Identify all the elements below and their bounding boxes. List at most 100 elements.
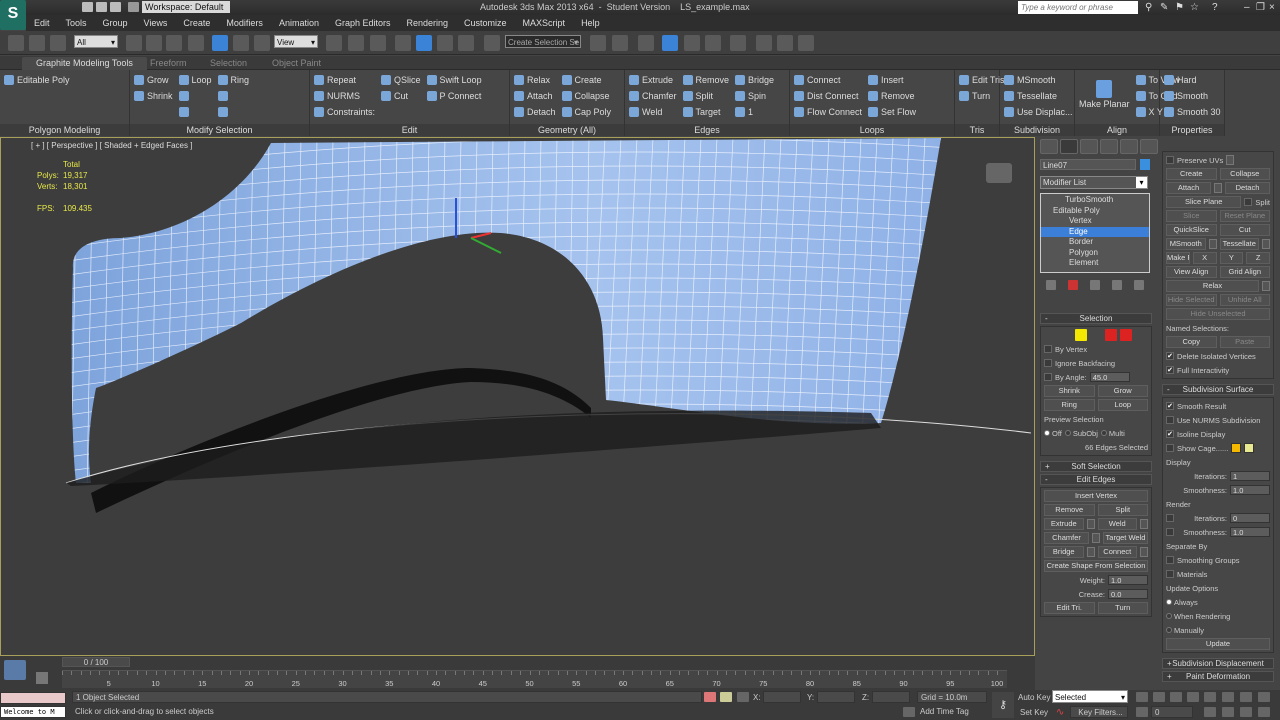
grow-button[interactable]: Grow xyxy=(1097,385,1148,397)
ribbon-grow-button[interactable]: Grow xyxy=(134,73,173,86)
subscription-icon[interactable]: ⚑ xyxy=(1175,2,1184,13)
y-button[interactable]: Y xyxy=(1219,252,1244,264)
time-tag-icon[interactable] xyxy=(903,707,915,717)
color-swatch[interactable] xyxy=(1231,443,1242,453)
rendered-frame-icon[interactable] xyxy=(777,35,793,51)
key-mode-dropdown[interactable]: Selected xyxy=(1052,690,1128,704)
ribbon-tessellate-button[interactable]: Tessellate xyxy=(1004,89,1073,102)
stack-item-polygon[interactable]: Polygon xyxy=(1041,248,1149,259)
object-name-field[interactable]: Line07 xyxy=(1040,159,1136,170)
ribbon-collapse-button[interactable]: Collapse xyxy=(561,89,612,102)
tab-object-paint[interactable]: Object Paint xyxy=(258,57,335,70)
smoothing-groups-checkbox[interactable]: Smoothing Groups xyxy=(1166,556,1240,565)
border-level-icon[interactable] xyxy=(1090,329,1102,341)
ribbon-group-label[interactable]: Geometry (All) xyxy=(510,124,624,136)
attach-button[interactable]: Attach xyxy=(1166,182,1211,194)
blank-checkbox[interactable] xyxy=(1166,528,1174,536)
settings-box-icon[interactable] xyxy=(1086,519,1095,529)
new-file-icon[interactable] xyxy=(82,2,93,12)
configure-modifier-sets-icon[interactable] xyxy=(1134,280,1144,290)
angle-snap-icon[interactable] xyxy=(416,35,432,51)
view-align-button[interactable]: View Align xyxy=(1166,266,1217,278)
wrench-icon[interactable]: ✎ xyxy=(1160,2,1168,13)
ribbon-smooth-button[interactable]: Smooth xyxy=(1164,89,1221,102)
align-icon[interactable] xyxy=(612,35,628,51)
x-coordinate-field[interactable] xyxy=(763,691,801,703)
ribbon-extrude-button[interactable]: Extrude xyxy=(629,73,677,86)
radio-dot[interactable] xyxy=(1166,599,1172,605)
utilities-tab-icon[interactable] xyxy=(1140,139,1158,154)
radio-dot[interactable] xyxy=(1044,430,1050,436)
collapse-button[interactable]: Collapse xyxy=(1219,168,1270,180)
settings-box-icon[interactable] xyxy=(1092,533,1100,543)
checkbox-box[interactable] xyxy=(1244,198,1253,206)
ribbon-set-flow-button[interactable]: Set Flow xyxy=(868,105,916,118)
stack-item-border[interactable]: Border xyxy=(1041,237,1149,248)
field-of-view-icon[interactable] xyxy=(1204,707,1216,717)
remove-modifier-icon[interactable] xyxy=(1112,280,1122,290)
tab-selection[interactable]: Selection xyxy=(196,57,261,70)
set-key-button[interactable]: Set Key xyxy=(1020,708,1048,717)
polygon-level-icon[interactable] xyxy=(1105,329,1117,341)
layer-manager-icon[interactable] xyxy=(638,35,654,51)
full-interactivity-checkbox[interactable]: ✔ Full Interactivity xyxy=(1166,366,1229,375)
hide-selected-button[interactable]: Hide Selected xyxy=(1166,294,1217,306)
radio-dot[interactable] xyxy=(1166,613,1172,619)
ribbon-group-label[interactable]: Modify Selection xyxy=(130,124,309,136)
select-object-icon[interactable] xyxy=(126,35,142,51)
msmooth-button[interactable]: MSmooth xyxy=(1166,238,1206,250)
ribbon-chamfer-button[interactable]: Chamfer xyxy=(629,89,677,102)
use-nurms-subdivision-checkbox[interactable]: Use NURMS Subdivision xyxy=(1166,416,1260,425)
selection-lock-icon[interactable] xyxy=(720,692,732,702)
auto-key-button[interactable]: Auto Key xyxy=(1018,693,1050,702)
delete-isolated-vertices-checkbox[interactable]: ✔ Delete Isolated Vertices xyxy=(1166,352,1256,361)
stack-item-vertex[interactable]: Vertex xyxy=(1041,216,1149,227)
remove-button[interactable]: Remove xyxy=(1044,504,1095,516)
menu-tools[interactable]: Tools xyxy=(58,18,95,28)
menu-animation[interactable]: Animation xyxy=(271,18,327,28)
menu-rendering[interactable]: Rendering xyxy=(399,18,457,28)
close-icon[interactable]: × xyxy=(1269,2,1275,13)
make-planar-button[interactable]: Make Planar xyxy=(1166,252,1190,264)
checkbox-box[interactable] xyxy=(1166,514,1174,522)
next-frame-icon[interactable] xyxy=(1187,692,1199,702)
mini-curve-editor-icon[interactable] xyxy=(4,660,26,680)
checkbox-box[interactable] xyxy=(1044,345,1052,353)
ribbon-nurms-button[interactable]: NURMS xyxy=(314,89,375,102)
show-end-result-icon[interactable] xyxy=(1068,280,1078,290)
graphite-toggle-icon[interactable] xyxy=(662,35,678,51)
material-editor-icon[interactable] xyxy=(730,35,746,51)
reference-coordinate-dropdown[interactable]: View xyxy=(274,35,318,49)
ribbon-editable-poly-button[interactable]: Editable Poly xyxy=(4,73,70,86)
ring-button[interactable]: Ring xyxy=(1044,399,1095,411)
multi-radio[interactable]: Multi xyxy=(1100,429,1125,438)
ribbon-split-button[interactable]: Split xyxy=(682,89,730,102)
shrink-button[interactable]: Shrink xyxy=(1044,385,1095,397)
vertex-level-icon[interactable] xyxy=(1060,329,1072,341)
create-button[interactable]: Create xyxy=(1166,168,1217,180)
modify-tab-icon[interactable] xyxy=(1060,139,1078,154)
favorites-star-icon[interactable]: ☆ xyxy=(1190,2,1199,13)
ribbon-swift-loop-button[interactable]: Swift Loop xyxy=(426,73,482,86)
checkbox-box[interactable]: ✔ xyxy=(1166,430,1174,438)
weld-button[interactable]: Weld xyxy=(1097,518,1137,530)
ribbon-blank-button[interactable] xyxy=(178,89,212,102)
menu-create[interactable]: Create xyxy=(175,18,218,28)
render-setup-icon[interactable] xyxy=(756,35,772,51)
ribbon-shrink-button[interactable]: Shrink xyxy=(134,89,173,102)
create-shape-from-selection-button[interactable]: Create Shape From Selection xyxy=(1044,560,1148,572)
rollout-header-subdivision-displacement[interactable]: + Subdivision Displacement xyxy=(1162,658,1274,669)
select-and-scale-icon[interactable] xyxy=(254,35,270,51)
ribbon-bridge-button[interactable]: Bridge xyxy=(735,73,774,86)
ribbon-group-label[interactable]: Align xyxy=(1075,124,1159,136)
ribbon-cut-button[interactable]: Cut xyxy=(381,89,421,102)
minimize-icon[interactable]: – xyxy=(1244,2,1250,13)
rollout-header-edit-edges[interactable]: - Edit Edges xyxy=(1040,474,1152,485)
key-mode-toggle-icon[interactable] xyxy=(1136,707,1148,717)
spinner-field[interactable]: 45.0 xyxy=(1089,372,1130,382)
ribbon-blank-button[interactable] xyxy=(178,105,212,118)
viewport-label[interactable]: [ + ] [ Perspective ] [ Shaded + Edged F… xyxy=(31,141,192,150)
ribbon-p-connect-button[interactable]: P Connect xyxy=(426,89,482,102)
reset-plane-button[interactable]: Reset Plane xyxy=(1219,210,1270,222)
ribbon-spin-button[interactable]: Spin xyxy=(735,89,774,102)
